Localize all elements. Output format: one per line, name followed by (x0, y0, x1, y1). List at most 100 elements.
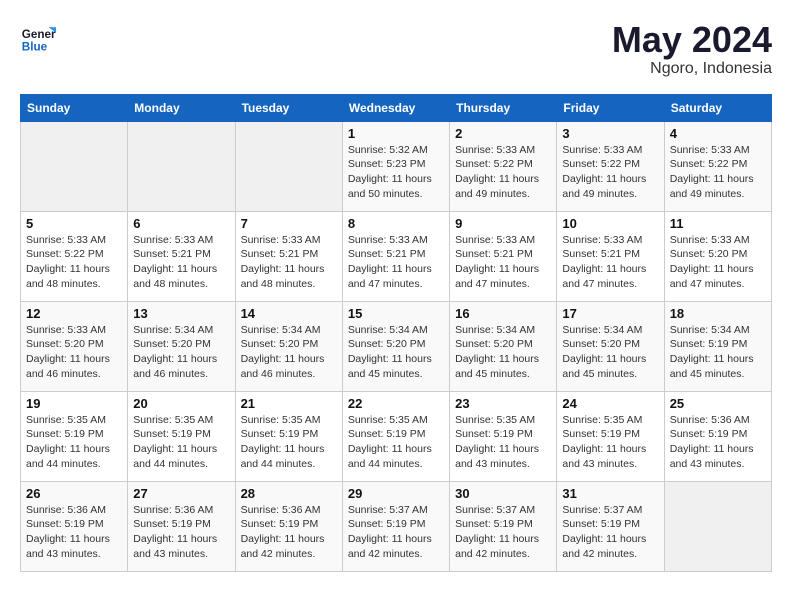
day-number: 5 (26, 216, 122, 231)
day-number: 10 (562, 216, 658, 231)
day-info: Sunrise: 5:34 AM Sunset: 5:19 PM Dayligh… (670, 323, 766, 382)
day-number: 23 (455, 396, 551, 411)
day-info: Sunrise: 5:33 AM Sunset: 5:20 PM Dayligh… (670, 233, 766, 292)
calendar-cell: 16 Sunrise: 5:34 AM Sunset: 5:20 PM Dayli… (450, 301, 557, 391)
day-number: 25 (670, 396, 766, 411)
column-header-wednesday: Wednesday (342, 94, 449, 121)
day-number: 9 (455, 216, 551, 231)
day-number: 14 (241, 306, 337, 321)
day-info: Sunrise: 5:35 AM Sunset: 5:19 PM Dayligh… (241, 413, 337, 472)
calendar-cell: 8 Sunrise: 5:33 AM Sunset: 5:21 PM Daylig… (342, 211, 449, 301)
calendar-cell (21, 121, 128, 211)
day-info: Sunrise: 5:33 AM Sunset: 5:21 PM Dayligh… (562, 233, 658, 292)
day-number: 28 (241, 486, 337, 501)
svg-text:Blue: Blue (22, 41, 48, 54)
calendar-cell: 3Sunrise: 5:33 AM Sunset: 5:22 PM Daylig… (557, 121, 664, 211)
day-number: 18 (670, 306, 766, 321)
day-number: 3 (562, 126, 658, 141)
day-info: Sunrise: 5:33 AM Sunset: 5:21 PM Dayligh… (241, 233, 337, 292)
column-header-monday: Monday (128, 94, 235, 121)
day-info: Sunrise: 5:36 AM Sunset: 5:19 PM Dayligh… (241, 503, 337, 562)
day-info: Sunrise: 5:34 AM Sunset: 5:20 PM Dayligh… (455, 323, 551, 382)
day-info: Sunrise: 5:33 AM Sunset: 5:22 PM Dayligh… (670, 143, 766, 202)
day-number: 16 (455, 306, 551, 321)
day-info: Sunrise: 5:33 AM Sunset: 5:21 PM Dayligh… (455, 233, 551, 292)
calendar-cell: 28 Sunrise: 5:36 AM Sunset: 5:19 PM Dayli… (235, 481, 342, 571)
calendar-week-row: 5 Sunrise: 5:33 AM Sunset: 5:22 PM Daylig… (21, 211, 772, 301)
location-subtitle: Ngoro, Indonesia (612, 60, 772, 78)
column-header-friday: Friday (557, 94, 664, 121)
column-header-thursday: Thursday (450, 94, 557, 121)
day-number: 11 (670, 216, 766, 231)
calendar-cell: 30 Sunrise: 5:37 AM Sunset: 5:19 PM Dayli… (450, 481, 557, 571)
day-info: Sunrise: 5:37 AM Sunset: 5:19 PM Dayligh… (348, 503, 444, 562)
day-number: 21 (241, 396, 337, 411)
day-info: Sunrise: 5:36 AM Sunset: 5:19 PM Dayligh… (26, 503, 122, 562)
day-number: 31 (562, 486, 658, 501)
day-number: 13 (133, 306, 229, 321)
calendar-cell: 15Sunrise: 5:34 AM Sunset: 5:20 PM Dayli… (342, 301, 449, 391)
calendar-header-row: SundayMondayTuesdayWednesdayThursdayFrid… (21, 94, 772, 121)
calendar-cell: 13 Sunrise: 5:34 AM Sunset: 5:20 PM Dayli… (128, 301, 235, 391)
day-info: Sunrise: 5:34 AM Sunset: 5:20 PM Dayligh… (348, 323, 444, 382)
calendar-cell: 17 Sunrise: 5:34 AM Sunset: 5:20 PM Dayli… (557, 301, 664, 391)
day-number: 22 (348, 396, 444, 411)
calendar-cell: 4 Sunrise: 5:33 AM Sunset: 5:22 PM Daylig… (664, 121, 771, 211)
day-info: Sunrise: 5:36 AM Sunset: 5:19 PM Dayligh… (133, 503, 229, 562)
calendar-cell: 21 Sunrise: 5:35 AM Sunset: 5:19 PM Dayli… (235, 391, 342, 481)
day-number: 30 (455, 486, 551, 501)
page-header: General Blue May 2024 Ngoro, Indonesia (20, 20, 772, 78)
calendar-cell: 12 Sunrise: 5:33 AM Sunset: 5:20 PM Dayli… (21, 301, 128, 391)
calendar-table: SundayMondayTuesdayWednesdayThursdayFrid… (20, 94, 772, 572)
day-number: 2 (455, 126, 551, 141)
calendar-cell: 14 Sunrise: 5:34 AM Sunset: 5:20 PM Dayli… (235, 301, 342, 391)
calendar-cell: 10 Sunrise: 5:33 AM Sunset: 5:21 PM Dayli… (557, 211, 664, 301)
day-info: Sunrise: 5:37 AM Sunset: 5:19 PM Dayligh… (455, 503, 551, 562)
day-number: 29 (348, 486, 444, 501)
logo: General Blue (20, 20, 56, 56)
calendar-cell: 5 Sunrise: 5:33 AM Sunset: 5:22 PM Daylig… (21, 211, 128, 301)
day-info: Sunrise: 5:35 AM Sunset: 5:19 PM Dayligh… (348, 413, 444, 472)
calendar-week-row: 12 Sunrise: 5:33 AM Sunset: 5:20 PM Dayli… (21, 301, 772, 391)
day-info: Sunrise: 5:33 AM Sunset: 5:22 PM Dayligh… (26, 233, 122, 292)
calendar-cell: 18 Sunrise: 5:34 AM Sunset: 5:19 PM Dayli… (664, 301, 771, 391)
calendar-cell: 29 Sunrise: 5:37 AM Sunset: 5:19 PM Dayli… (342, 481, 449, 571)
svg-text:General: General (22, 28, 56, 41)
day-number: 12 (26, 306, 122, 321)
day-number: 1 (348, 126, 444, 141)
calendar-cell: 25 Sunrise: 5:36 AM Sunset: 5:19 PM Dayli… (664, 391, 771, 481)
day-info: Sunrise: 5:33 AM Sunset: 5:22 PM Dayligh… (455, 143, 551, 202)
calendar-cell: 22 Sunrise: 5:35 AM Sunset: 5:19 PM Dayli… (342, 391, 449, 481)
column-header-sunday: Sunday (21, 94, 128, 121)
day-info: Sunrise: 5:33 AM Sunset: 5:20 PM Dayligh… (26, 323, 122, 382)
column-header-tuesday: Tuesday (235, 94, 342, 121)
calendar-week-row: 1 Sunrise: 5:32 AM Sunset: 5:23 PM Daylig… (21, 121, 772, 211)
calendar-cell: 6Sunrise: 5:33 AM Sunset: 5:21 PM Daylig… (128, 211, 235, 301)
calendar-week-row: 19 Sunrise: 5:35 AM Sunset: 5:19 PM Dayli… (21, 391, 772, 481)
day-info: Sunrise: 5:36 AM Sunset: 5:19 PM Dayligh… (670, 413, 766, 472)
calendar-cell: 20Sunrise: 5:35 AM Sunset: 5:19 PM Dayli… (128, 391, 235, 481)
calendar-cell: 11 Sunrise: 5:33 AM Sunset: 5:20 PM Dayli… (664, 211, 771, 301)
day-info: Sunrise: 5:34 AM Sunset: 5:20 PM Dayligh… (562, 323, 658, 382)
day-number: 17 (562, 306, 658, 321)
day-info: Sunrise: 5:33 AM Sunset: 5:21 PM Dayligh… (348, 233, 444, 292)
day-number: 26 (26, 486, 122, 501)
day-info: Sunrise: 5:34 AM Sunset: 5:20 PM Dayligh… (133, 323, 229, 382)
calendar-week-row: 26 Sunrise: 5:36 AM Sunset: 5:19 PM Dayli… (21, 481, 772, 571)
calendar-cell (235, 121, 342, 211)
month-year-title: May 2024 (612, 20, 772, 60)
column-header-saturday: Saturday (664, 94, 771, 121)
day-number: 6 (133, 216, 229, 231)
day-number: 4 (670, 126, 766, 141)
day-number: 19 (26, 396, 122, 411)
calendar-cell: 31Sunrise: 5:37 AM Sunset: 5:19 PM Dayli… (557, 481, 664, 571)
day-info: Sunrise: 5:35 AM Sunset: 5:19 PM Dayligh… (562, 413, 658, 472)
day-info: Sunrise: 5:32 AM Sunset: 5:23 PM Dayligh… (348, 143, 444, 202)
calendar-cell: 9 Sunrise: 5:33 AM Sunset: 5:21 PM Daylig… (450, 211, 557, 301)
day-info: Sunrise: 5:35 AM Sunset: 5:19 PM Dayligh… (455, 413, 551, 472)
calendar-cell: 26 Sunrise: 5:36 AM Sunset: 5:19 PM Dayli… (21, 481, 128, 571)
day-info: Sunrise: 5:34 AM Sunset: 5:20 PM Dayligh… (241, 323, 337, 382)
calendar-cell (128, 121, 235, 211)
day-number: 8 (348, 216, 444, 231)
day-number: 27 (133, 486, 229, 501)
